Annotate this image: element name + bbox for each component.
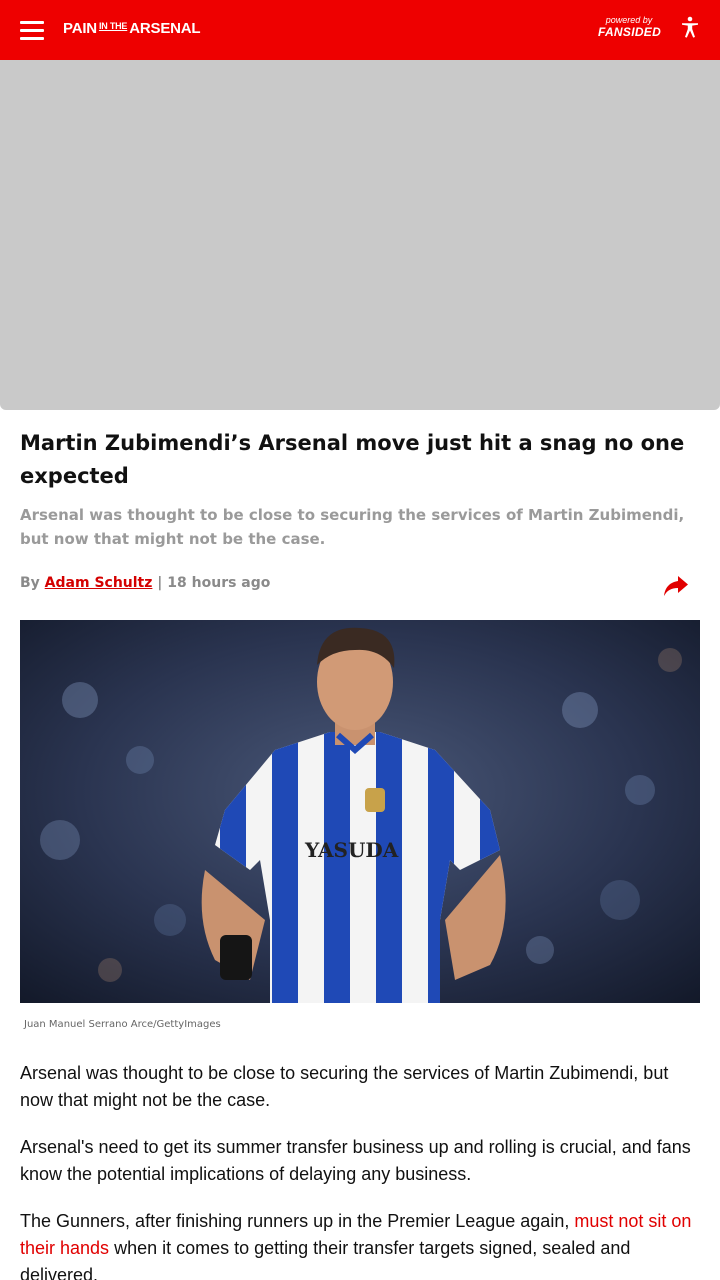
- article-paragraph-1: Arsenal was thought to be close to secur…: [20, 1063, 669, 1110]
- byline-prefix: By: [20, 575, 40, 591]
- advertisement-placeholder: [0, 60, 720, 410]
- share-arrow-icon[interactable]: [662, 573, 690, 599]
- site-logo-middle: IN THE: [98, 20, 128, 31]
- paragraph-3-text-start: The Gunners, after finishing runners up …: [20, 1211, 575, 1231]
- site-logo-left: PAIN: [63, 20, 97, 37]
- shirt-sponsor-text: YASUDA: [304, 838, 399, 862]
- network-name: FANSIDED: [598, 25, 662, 39]
- player-photo: YASUDA: [20, 620, 700, 1003]
- hamburger-menu-icon[interactable]: [20, 21, 44, 40]
- fansided-network-logo[interactable]: powered by FANSIDED: [598, 15, 662, 39]
- article-paragraph-3: The Gunners, after finishing runners up …: [20, 1208, 700, 1280]
- article-headline: Martin Zubimendi’s Arsenal move just hit…: [20, 431, 685, 488]
- article-paragraph-2: Arsenal's need to get its summer transfe…: [20, 1137, 691, 1184]
- site-logo-right: ARSENAL: [129, 20, 201, 37]
- article-subheadline: Arsenal was thought to be close to secur…: [20, 506, 685, 548]
- site-logo[interactable]: PAIN IN THE ARSENAL: [63, 20, 201, 37]
- accessibility-icon[interactable]: [680, 16, 700, 38]
- article-byline: By Adam Schultz | 18 hours ago: [20, 575, 270, 591]
- image-credit: Juan Manuel Serrano Arce/GettyImages: [24, 1019, 221, 1030]
- hero-image: YASUDA: [20, 620, 700, 1003]
- author-link[interactable]: Adam Schultz: [45, 575, 153, 591]
- paragraph-3-text-end: when it comes to getting their transfer …: [20, 1238, 631, 1280]
- publish-time: 18 hours ago: [167, 575, 271, 591]
- top-navigation-bar: PAIN IN THE ARSENAL powered by FANSIDED: [0, 0, 720, 60]
- byline-separator: |: [157, 575, 163, 591]
- powered-by-label: powered by: [605, 15, 653, 25]
